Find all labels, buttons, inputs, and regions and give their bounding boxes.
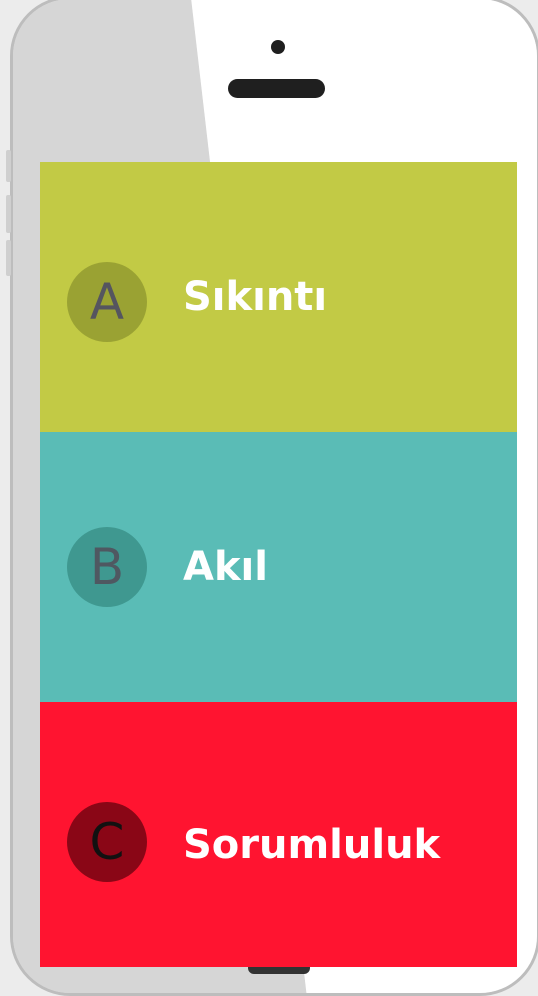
option-letter-badge-c: C (67, 802, 147, 882)
answer-option-b[interactable]: B Akıl (40, 432, 517, 702)
option-label-b: Akıl (183, 544, 268, 590)
option-label-c: Sorumluluk (183, 822, 441, 868)
quiz-screen: A Sıkıntı B Akıl C Sorumluluk (40, 162, 517, 967)
answer-option-c[interactable]: C Sorumluluk (40, 702, 517, 967)
volume-down-button (6, 240, 11, 276)
front-camera-icon (271, 40, 285, 54)
option-letter-badge-b: B (67, 527, 147, 607)
option-label-a: Sıkıntı (183, 274, 328, 320)
answer-option-a[interactable]: A Sıkıntı (40, 162, 517, 432)
volume-up-button (6, 195, 11, 233)
option-letter-badge-a: A (67, 262, 147, 342)
earpiece-speaker (228, 79, 325, 98)
mute-switch (6, 150, 11, 182)
